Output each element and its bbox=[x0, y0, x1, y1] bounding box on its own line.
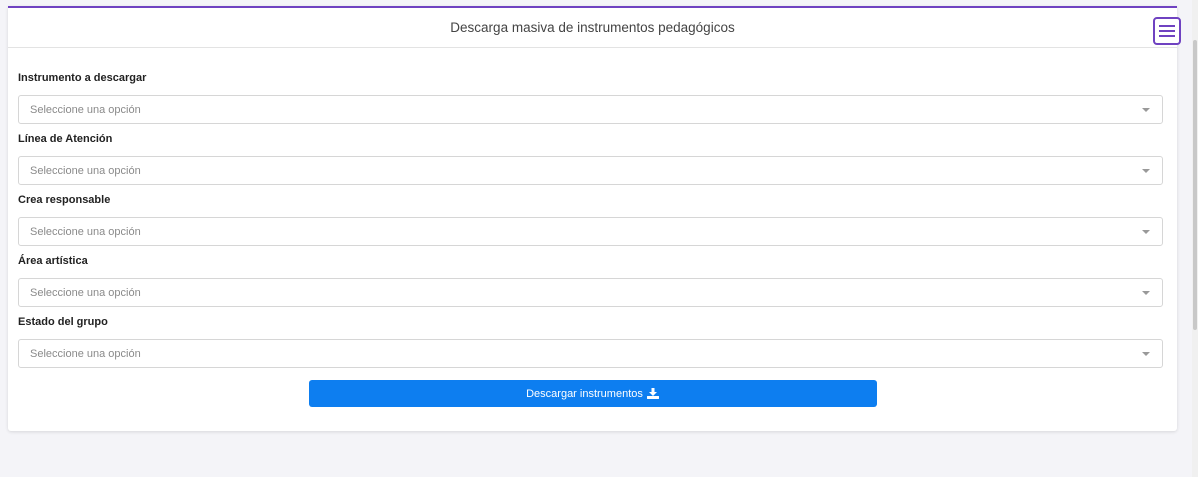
page-title: Descarga masiva de instrumentos pedagógi… bbox=[450, 20, 735, 35]
chevron-down-icon bbox=[1142, 108, 1150, 112]
download-icon bbox=[646, 388, 659, 399]
download-button-label: Descargar instrumentos bbox=[526, 387, 643, 400]
select-linea-atencion[interactable]: Seleccione una opción bbox=[18, 156, 1163, 185]
form: Instrumento a descargar Seleccione una o… bbox=[8, 48, 1177, 407]
submit-row: Descargar instrumentos bbox=[22, 380, 1163, 407]
label-linea-atencion: Línea de Atención bbox=[18, 133, 113, 145]
chevron-down-icon bbox=[1142, 352, 1150, 356]
chevron-down-icon bbox=[1142, 230, 1150, 234]
select-area-artistica[interactable]: Seleccione una opción bbox=[18, 278, 1163, 307]
scrollbar[interactable] bbox=[1192, 0, 1198, 477]
hamburger-menu-icon bbox=[1159, 25, 1175, 37]
chevron-down-icon bbox=[1142, 169, 1150, 173]
select-placeholder: Seleccione una opción bbox=[30, 286, 141, 299]
chevron-down-icon bbox=[1142, 291, 1150, 295]
select-placeholder: Seleccione una opción bbox=[30, 225, 141, 238]
menu-button[interactable] bbox=[1153, 17, 1181, 45]
label-area-artistica: Área artística bbox=[18, 255, 88, 267]
download-card: Descarga masiva de instrumentos pedagógi… bbox=[8, 6, 1181, 431]
select-placeholder: Seleccione una opción bbox=[30, 103, 141, 116]
label-estado-grupo: Estado del grupo bbox=[18, 316, 108, 328]
select-instrumento[interactable]: Seleccione una opción bbox=[18, 95, 1163, 124]
scrollbar-thumb[interactable] bbox=[1193, 40, 1197, 330]
select-estado-grupo[interactable]: Seleccione una opción bbox=[18, 339, 1163, 368]
select-placeholder: Seleccione una opción bbox=[30, 164, 141, 177]
page: Descarga masiva de instrumentos pedagógi… bbox=[0, 0, 1198, 477]
download-button[interactable]: Descargar instrumentos bbox=[308, 380, 877, 407]
select-crea-responsable[interactable]: Seleccione una opción bbox=[18, 217, 1163, 246]
label-crea-responsable: Crea responsable bbox=[18, 194, 111, 206]
label-instrumento: Instrumento a descargar bbox=[18, 72, 147, 84]
card-header: Descarga masiva de instrumentos pedagógi… bbox=[8, 8, 1181, 48]
select-placeholder: Seleccione una opción bbox=[30, 347, 141, 360]
